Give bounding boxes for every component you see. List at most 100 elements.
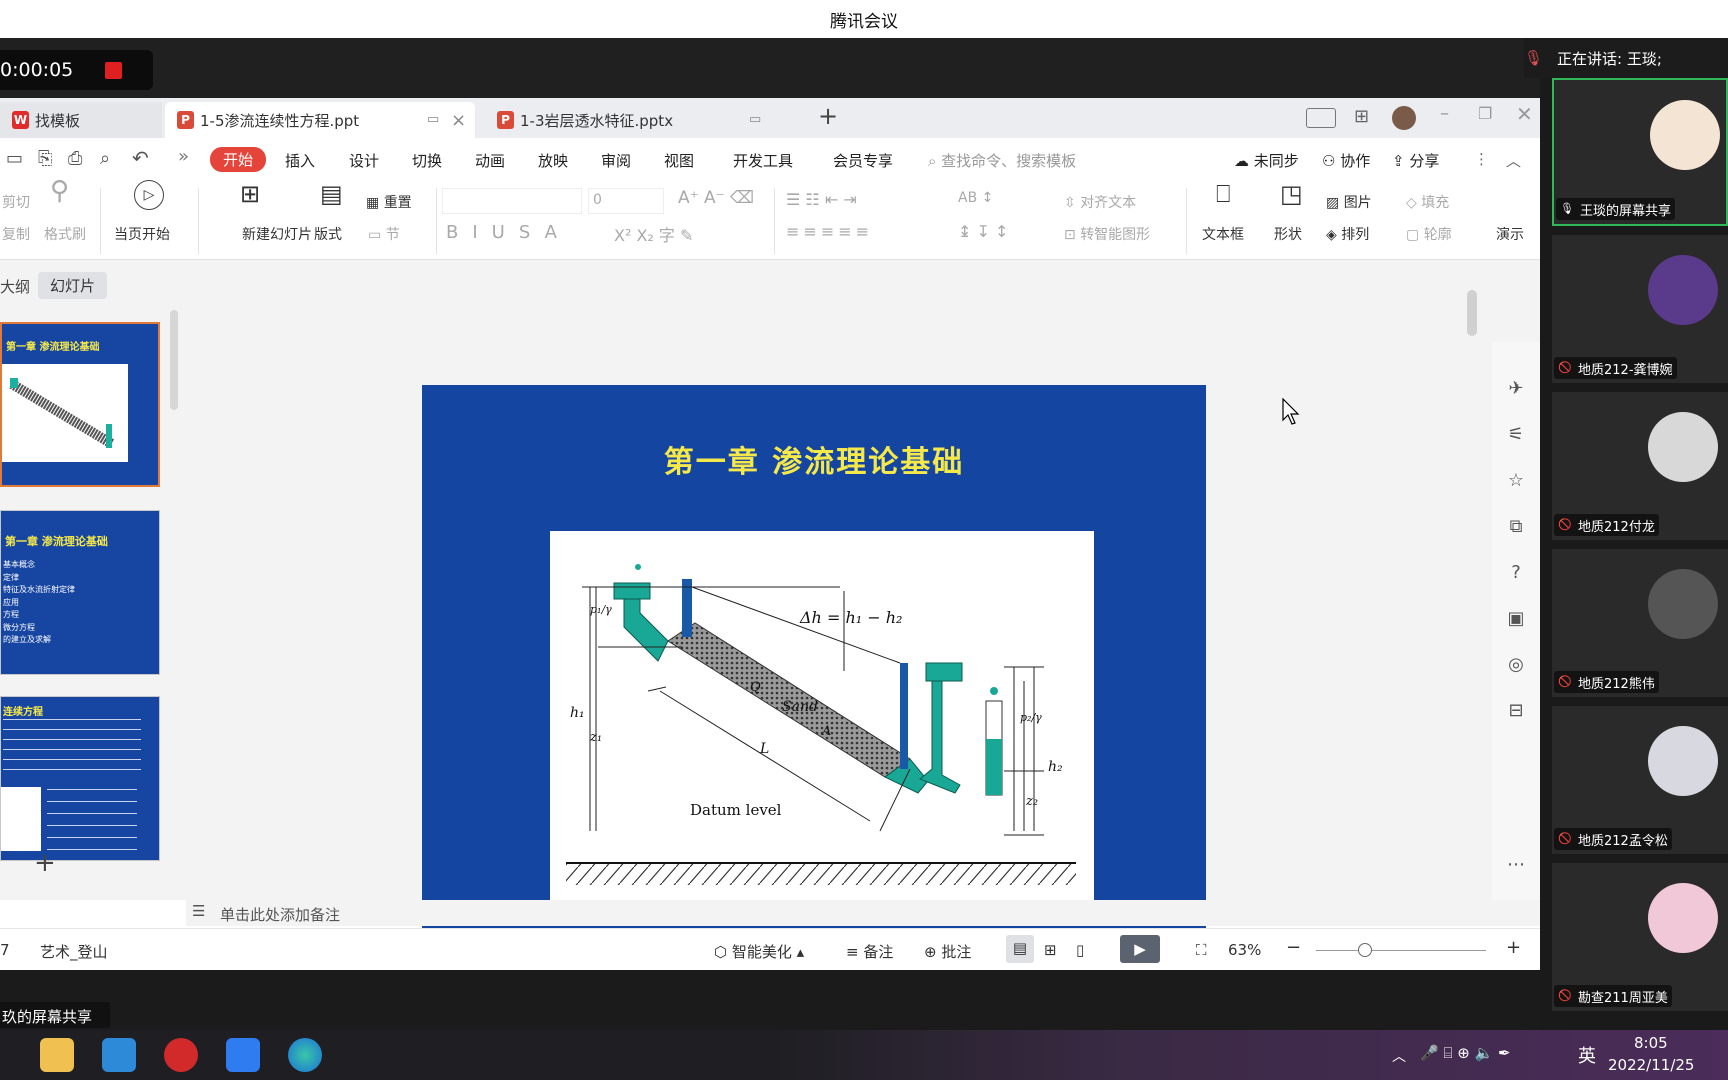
sorter-view-icon[interactable]: ⊞ <box>1044 941 1057 959</box>
picture-button[interactable]: ▨ 图片 <box>1326 192 1372 212</box>
format-painter-button[interactable]: 格式刷 <box>44 224 86 244</box>
textbox-button[interactable]: 文本框 <box>1202 224 1244 244</box>
compass-icon[interactable]: ◎ <box>1504 654 1528 678</box>
font-grow-icon[interactable]: A⁺ A⁻ ⌫ <box>678 188 754 208</box>
slide-thumbnail[interactable]: 连续方程 <box>0 696 160 861</box>
zoom-slider[interactable] <box>1316 950 1486 951</box>
image-edit-icon[interactable]: ▣ <box>1504 608 1528 632</box>
undo-icon[interactable]: ↶ <box>132 146 149 170</box>
command-search[interactable]: ⌕ 查找命令、搜索模板 <box>928 150 1076 171</box>
notes-toggle[interactable]: ≡ 备注 <box>846 941 893 962</box>
theme-name[interactable]: 艺术_登山 <box>40 941 108 962</box>
collab-button[interactable]: ⚇ 协作 <box>1322 150 1370 171</box>
slide-thumbnail[interactable]: 第一章 渗流理论基础 <box>0 322 160 487</box>
collapse-ribbon-icon[interactable]: ︿ <box>1506 150 1521 171</box>
grid-icon[interactable]: ⊞ <box>1354 106 1369 127</box>
spacing-icons[interactable]: ↨ ↧ ↕ <box>958 222 1008 241</box>
play-slideshow-button[interactable]: ▶ <box>1120 935 1160 963</box>
menu-member[interactable]: 会员专享 <box>833 150 893 171</box>
zoom-slider-handle[interactable] <box>1358 943 1372 957</box>
transition-icon[interactable]: ⧉ <box>1504 516 1528 540</box>
stop-recording-icon[interactable] <box>105 61 123 79</box>
print-icon[interactable]: ⎙ <box>68 148 82 169</box>
zoom-in-icon[interactable]: + <box>1506 937 1521 958</box>
font-name-select[interactable] <box>442 188 582 214</box>
layout-button[interactable]: 版式 <box>314 224 342 244</box>
fill-button[interactable]: ◇ 填充 <box>1406 192 1449 212</box>
new-tab-button[interactable]: + <box>818 102 838 130</box>
cut-button[interactable]: 剪切 <box>2 192 30 212</box>
tab-outline[interactable]: 大纲 <box>0 276 30 297</box>
preview-icon[interactable]: ⌕ <box>100 148 110 169</box>
star-icon[interactable]: ☆ <box>1504 470 1528 494</box>
comment-button[interactable]: ⊕ 批注 <box>924 941 971 962</box>
menu-home[interactable]: 开始 <box>210 147 267 172</box>
smart-art-button[interactable]: ⊡ 转智能图形 <box>1064 224 1150 244</box>
participant-tile[interactable]: 🚫 勘查211周亚美 <box>1552 863 1728 1011</box>
close-tab-icon[interactable]: × <box>451 110 466 131</box>
more-icon[interactable]: » <box>178 146 189 167</box>
export-icon[interactable]: ⎘ <box>38 148 52 169</box>
presenter-button[interactable]: 演示 <box>1496 224 1524 244</box>
menu-animation[interactable]: 动画 <box>475 150 505 171</box>
slide-canvas[interactable]: 第一章 渗流理论基础 Δh = h₁ − h₂ Sand Q A Lh₁ z₁ h₂ z₂ p₁/… <box>422 385 1206 970</box>
menu-review[interactable]: 审阅 <box>601 150 631 171</box>
reading-view-icon[interactable]: ▯ <box>1076 941 1084 959</box>
zoom-level[interactable]: 63% <box>1228 941 1261 959</box>
editor-scrollbar[interactable] <box>1467 268 1477 838</box>
settings-sliders-icon[interactable]: ⚟ <box>1504 424 1528 448</box>
file-explorer-icon[interactable] <box>40 1038 74 1072</box>
font-size-select[interactable]: 0 <box>588 188 664 214</box>
participant-tile[interactable]: 🚫 地质212孟令松 <box>1552 706 1728 854</box>
tab-slides[interactable]: 幻灯片 <box>38 272 108 299</box>
restore-icon[interactable]: ❐ <box>1478 104 1492 123</box>
slide-thumbnail[interactable]: 第一章 渗流理论基础 基本概念 定律 特征及水流折射定律 应用 方程 微分方程 … <box>0 510 160 675</box>
rocket-icon[interactable]: ✈ <box>1504 378 1528 402</box>
arrange-button[interactable]: ◈ 排列 <box>1326 224 1369 244</box>
zoom-out-icon[interactable]: − <box>1286 937 1301 958</box>
play-from-current-button[interactable]: 当页开始 <box>114 224 170 244</box>
menu-transition[interactable]: 切换 <box>412 150 442 171</box>
new-slide-button[interactable]: 新建幻灯片 <box>242 224 312 244</box>
menu-view[interactable]: 视图 <box>664 150 694 171</box>
align-icons[interactable]: ≡≡≡≡≡ <box>786 222 873 241</box>
tray-icons[interactable]: 🎤 ⌸ ⊕ 🔈 ✒ <box>1420 1044 1511 1062</box>
sync-status[interactable]: ☁ 未同步 <box>1234 150 1299 171</box>
align-text-button[interactable]: ⇳ 对齐文本 <box>1064 192 1136 212</box>
tab-template[interactable]: W 找模板 <box>0 102 162 138</box>
participant-tile[interactable]: 🚫 地质212-龚博婉 <box>1552 235 1728 383</box>
menu-slideshow[interactable]: 放映 <box>538 150 568 171</box>
scroll-thumb[interactable] <box>1467 290 1477 336</box>
menu-design[interactable]: 设计 <box>349 150 379 171</box>
shape-button[interactable]: 形状 <box>1274 224 1302 244</box>
ime-indicator[interactable]: 英 <box>1578 1042 1596 1068</box>
share-button[interactable]: ⇪ 分享 <box>1392 150 1439 171</box>
tencent-meeting-icon[interactable] <box>226 1038 260 1072</box>
layout-icon[interactable] <box>1306 108 1336 128</box>
reset-button[interactable]: ▦ 重置 <box>366 192 412 212</box>
superscript-icon[interactable]: X² X₂ 字 ✎ <box>614 222 693 246</box>
book-icon[interactable]: ⊟ <box>1504 700 1528 724</box>
netease-music-icon[interactable] <box>164 1038 198 1072</box>
help-icon[interactable]: ? <box>1504 562 1528 586</box>
panel-scrollbar[interactable] <box>170 310 178 410</box>
tab-document[interactable]: P 1-3岩层透水特征.pptx ▭ <box>485 102 795 138</box>
tray-expand-icon[interactable]: ︿ <box>1392 1046 1406 1066</box>
copy-button[interactable]: 复制 <box>2 224 30 244</box>
user-avatar[interactable] <box>1392 106 1416 130</box>
beautify-button[interactable]: ⬡ 智能美化 ▴ <box>714 941 804 962</box>
more-dots-icon[interactable]: ⋯ <box>1504 854 1528 878</box>
section-button[interactable]: ▭ 节 <box>368 224 400 244</box>
tab-document-active[interactable]: P 1-5渗流连续性方程.ppt × ▭ <box>165 102 475 138</box>
participant-tile[interactable]: 🚫 地质212付龙 <box>1552 392 1728 540</box>
minimize-icon[interactable]: – <box>1440 103 1449 124</box>
participant-tile[interactable]: 🎙 王琰的屏幕共享 <box>1552 78 1728 226</box>
participant-tile[interactable]: 🚫 地质212熊伟 <box>1552 549 1728 697</box>
add-slide-button[interactable]: + <box>34 848 56 878</box>
menu-developer[interactable]: 开发工具 <box>733 150 793 171</box>
fit-window-icon[interactable]: ⛶ <box>1196 941 1207 959</box>
text-direction-icon[interactable]: AB ↕ <box>958 190 993 206</box>
menu-insert[interactable]: 插入 <box>285 150 315 171</box>
font-style-buttons[interactable]: BIUSA <box>446 222 571 243</box>
outline-button[interactable]: ▢ 轮廓 <box>1406 224 1452 244</box>
